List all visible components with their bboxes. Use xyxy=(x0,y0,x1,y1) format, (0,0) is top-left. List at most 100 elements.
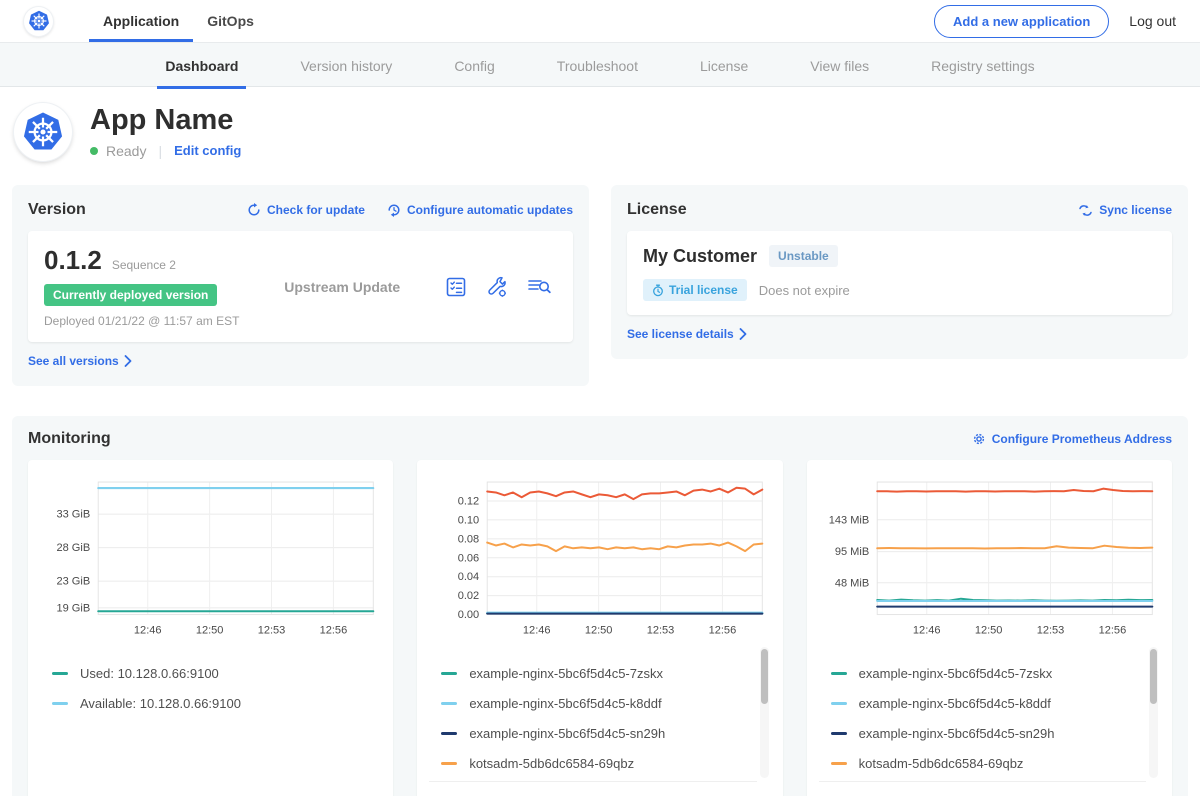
channel-badge: Unstable xyxy=(769,245,838,267)
see-license-details-link[interactable]: See license details xyxy=(627,327,747,341)
legend-item: Used: 10.128.0.66:9100 xyxy=(52,666,361,681)
add-new-application-button[interactable]: Add a new application xyxy=(934,5,1109,38)
license-card-title: License xyxy=(627,201,687,219)
chevron-right-icon xyxy=(124,355,132,367)
version-card-title: Version xyxy=(28,201,86,219)
svg-text:12:46: 12:46 xyxy=(913,625,941,637)
version-source-label: Upstream Update xyxy=(284,279,400,295)
chart-card-cpu-usage: 0.000.020.040.060.080.100.1212:4612:5012… xyxy=(417,460,782,796)
legend-scrollbar-thumb[interactable] xyxy=(1150,649,1157,704)
preflight-checklist-icon[interactable] xyxy=(445,276,467,298)
divider: | xyxy=(158,143,162,159)
legend-swatch xyxy=(441,762,457,765)
cpu-usage-legend: example-nginx-5bc6f5d4c5-7zskx example-ng… xyxy=(429,651,770,786)
legend-scrollbar[interactable] xyxy=(760,647,769,778)
legend-divider xyxy=(819,781,1146,782)
svg-text:12:50: 12:50 xyxy=(196,625,224,637)
svg-text:12:53: 12:53 xyxy=(647,625,675,637)
legend-label: kotsadm-5db6dc6584-69qbz xyxy=(859,756,1024,771)
legend-label: example-nginx-5bc6f5d4c5-sn29h xyxy=(859,726,1055,741)
legend-scrollbar-thumb[interactable] xyxy=(761,649,768,704)
trial-license-badge: Trial license xyxy=(643,279,747,301)
monitoring-section: Monitoring Configure Prometheus Address … xyxy=(12,416,1188,796)
ready-status-dot xyxy=(90,147,98,155)
tab-troubleshoot[interactable]: Troubleshoot xyxy=(549,43,646,88)
legend-item: example-nginx-5bc6f5d4c5-7zskx xyxy=(831,666,1140,681)
version-number: 0.1.2 xyxy=(44,245,102,276)
legend-item: example-nginx-5bc6f5d4c5-sn29h xyxy=(831,726,1140,741)
see-all-versions-label: See all versions xyxy=(28,354,119,368)
tab-registry-settings[interactable]: Registry settings xyxy=(923,43,1042,88)
chart-card-disk-usage: 19 GiB23 GiB28 GiB33 GiB12:4612:5012:531… xyxy=(28,460,393,796)
customer-name: My Customer xyxy=(643,246,757,267)
trial-license-label: Trial license xyxy=(669,283,738,297)
page-title: App Name xyxy=(90,105,241,137)
stopwatch-icon xyxy=(652,284,664,297)
legend-swatch xyxy=(831,732,847,735)
top-navbar: Application GitOps Add a new application… xyxy=(0,0,1200,42)
app-header: App Name Ready | Edit config xyxy=(0,87,1200,173)
sync-license-link[interactable]: Sync license xyxy=(1078,203,1172,217)
svg-text:12:53: 12:53 xyxy=(258,625,286,637)
refresh-icon xyxy=(247,203,261,217)
edit-config-link[interactable]: Edit config xyxy=(174,143,241,158)
svg-text:95 MiB: 95 MiB xyxy=(835,546,869,558)
legend-label: Used: 10.128.0.66:9100 xyxy=(80,666,219,681)
auto-update-clock-icon xyxy=(387,203,401,217)
app-avatar xyxy=(14,103,72,161)
legend-label: example-nginx-5bc6f5d4c5-k8ddf xyxy=(859,696,1051,711)
disk-usage-legend: Used: 10.128.0.66:9100 Available: 10.128.… xyxy=(40,651,381,786)
legend-swatch xyxy=(441,702,457,705)
legend-item: example-nginx-5bc6f5d4c5-k8ddf xyxy=(831,696,1140,711)
svg-text:48 MiB: 48 MiB xyxy=(835,577,869,589)
legend-swatch xyxy=(831,672,847,675)
memory-usage-legend: example-nginx-5bc6f5d4c5-7zskx example-ng… xyxy=(819,651,1160,786)
cpu-usage-plot: 0.000.020.040.060.080.100.1212:4612:5012… xyxy=(429,472,770,641)
view-logs-icon[interactable] xyxy=(527,276,551,298)
legend-label: example-nginx-5bc6f5d4c5-k8ddf xyxy=(469,696,661,711)
topnav-tabs: Application GitOps xyxy=(89,0,268,42)
memory-usage-plot: 48 MiB95 MiB143 MiB12:4612:5012:5312:56 xyxy=(819,472,1160,641)
chart-card-memory-usage: 48 MiB95 MiB143 MiB12:4612:5012:5312:56 … xyxy=(807,460,1172,796)
deployed-timestamp: Deployed 01/21/22 @ 11:57 am EST xyxy=(44,314,239,328)
configure-prometheus-link[interactable]: Configure Prometheus Address xyxy=(972,432,1172,446)
svg-text:0.10: 0.10 xyxy=(458,514,479,526)
legend-swatch xyxy=(441,672,457,675)
chevron-right-icon xyxy=(739,328,747,340)
tab-view-files[interactable]: View files xyxy=(802,43,877,88)
topnav-tab-application[interactable]: Application xyxy=(89,0,193,42)
tab-config[interactable]: Config xyxy=(446,43,502,88)
legend-item: Available: 10.128.0.66:9100 xyxy=(52,696,361,711)
topnav-tab-gitops[interactable]: GitOps xyxy=(193,0,268,42)
currently-deployed-badge: Currently deployed version xyxy=(44,284,217,306)
app-subnav: Dashboard Version history Config Trouble… xyxy=(0,42,1200,87)
legend-label: example-nginx-5bc6f5d4c5-7zskx xyxy=(859,666,1053,681)
tab-version-history[interactable]: Version history xyxy=(292,43,400,88)
svg-text:12:50: 12:50 xyxy=(585,625,613,637)
logout-button[interactable]: Log out xyxy=(1129,13,1176,29)
legend-divider xyxy=(429,781,756,782)
see-all-versions-link[interactable]: See all versions xyxy=(28,354,132,368)
legend-label: Available: 10.128.0.66:9100 xyxy=(80,696,241,711)
configure-prometheus-label: Configure Prometheus Address xyxy=(992,432,1172,446)
svg-text:12:56: 12:56 xyxy=(320,625,348,637)
config-wrench-icon[interactable] xyxy=(485,275,509,299)
legend-item: example-nginx-5bc6f5d4c5-k8ddf xyxy=(441,696,750,711)
svg-text:12:46: 12:46 xyxy=(523,625,551,637)
license-card: License Sync license My Customer Unstabl… xyxy=(611,185,1188,359)
check-for-update-link[interactable]: Check for update xyxy=(247,203,365,217)
legend-swatch xyxy=(441,732,457,735)
svg-text:12:50: 12:50 xyxy=(974,625,1002,637)
legend-label: kotsadm-5db6dc6584-69qbz xyxy=(469,756,634,771)
tab-license[interactable]: License xyxy=(692,43,756,88)
svg-text:0.00: 0.00 xyxy=(458,609,479,621)
svg-text:12:46: 12:46 xyxy=(134,625,162,637)
configure-automatic-updates-link[interactable]: Configure automatic updates xyxy=(387,203,573,217)
legend-item: example-nginx-5bc6f5d4c5-7zskx xyxy=(441,666,750,681)
charts-row: 19 GiB23 GiB28 GiB33 GiB12:4612:5012:531… xyxy=(28,460,1172,796)
legend-scrollbar[interactable] xyxy=(1149,647,1158,778)
svg-text:23 GiB: 23 GiB xyxy=(56,576,90,588)
current-version-box: 0.1.2 Sequence 2 Currently deployed vers… xyxy=(28,231,573,342)
svg-text:33 GiB: 33 GiB xyxy=(56,509,90,521)
tab-dashboard[interactable]: Dashboard xyxy=(157,43,246,88)
